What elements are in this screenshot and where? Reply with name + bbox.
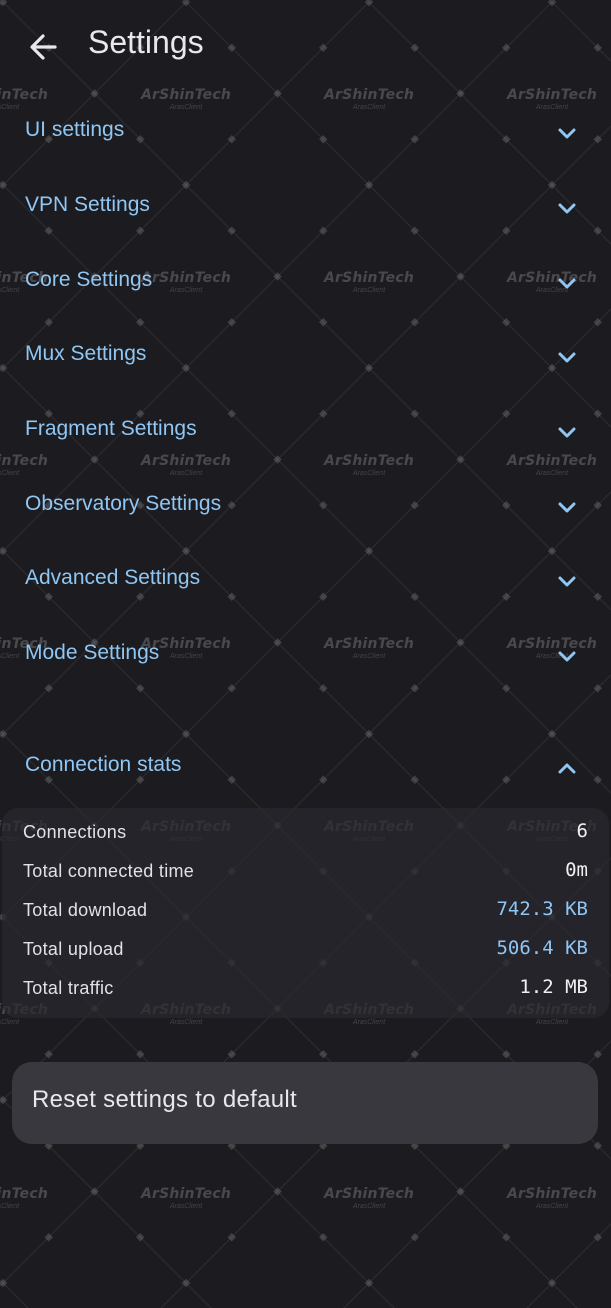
stat-label: Total traffic [23, 978, 114, 998]
section-label: Mux Settings [25, 342, 147, 365]
chevron-up-icon [558, 763, 576, 774]
app-bar: Settings [0, 0, 611, 92]
reset-settings-button[interactable]: Reset settings to default [12, 1062, 598, 1144]
section-label: Connection stats [25, 753, 182, 776]
section-connection-stats[interactable]: Connection stats [0, 739, 611, 799]
section-vpn-settings[interactable]: VPN Settings [0, 179, 611, 239]
section-label: Mode Settings [25, 641, 160, 664]
stat-label: Total download [23, 900, 148, 920]
section-label: UI settings [25, 118, 125, 141]
chevron-down-icon [558, 352, 576, 363]
page-title: Settings [88, 24, 204, 60]
chevron-down-icon [558, 128, 576, 139]
section-label: Observatory Settings [25, 492, 222, 515]
stat-row-connections: Connections 6 [2, 818, 609, 848]
chevron-down-icon [558, 203, 576, 214]
stat-row-connected-time: Total connected time 0m [2, 857, 609, 887]
section-label: Fragment Settings [25, 417, 197, 440]
section-mode-settings[interactable]: Mode Settings [0, 627, 611, 687]
connection-stats-card: Connections 6 Total connected time 0m To… [2, 808, 609, 1018]
stat-label: Total connected time [23, 861, 195, 881]
stat-value: 506.4 KB [496, 937, 588, 959]
stat-row-download: Total download 742.3 KB [2, 896, 609, 926]
chevron-down-icon [558, 502, 576, 513]
chevron-down-icon [558, 651, 576, 662]
stat-value: 1.2 MB [519, 976, 588, 998]
stat-row-traffic: Total traffic 1.2 MB [2, 974, 609, 1004]
section-label: VPN Settings [25, 193, 150, 216]
section-observatory-settings[interactable]: Observatory Settings [0, 478, 611, 538]
chevron-down-icon [558, 427, 576, 438]
section-ui-settings[interactable]: UI settings [0, 104, 611, 164]
stat-value: 0m [565, 859, 588, 881]
section-label: Advanced Settings [25, 566, 201, 589]
section-mux-settings[interactable]: Mux Settings [0, 328, 611, 388]
stat-value: 742.3 KB [496, 898, 588, 920]
stat-label: Total upload [23, 939, 124, 959]
section-advanced-settings[interactable]: Advanced Settings [0, 552, 611, 612]
chevron-down-icon [558, 576, 576, 587]
stat-value: 6 [576, 820, 588, 842]
section-label: Core Settings [25, 268, 153, 291]
stat-label: Connections [23, 822, 127, 842]
section-core-settings[interactable]: Core Settings [0, 254, 611, 314]
section-fragment-settings[interactable]: Fragment Settings [0, 403, 611, 463]
reset-button-label: Reset settings to default [32, 1086, 297, 1113]
chevron-down-icon [558, 278, 576, 289]
stat-row-upload: Total upload 506.4 KB [2, 935, 609, 965]
arrow-left-icon[interactable] [28, 30, 58, 64]
